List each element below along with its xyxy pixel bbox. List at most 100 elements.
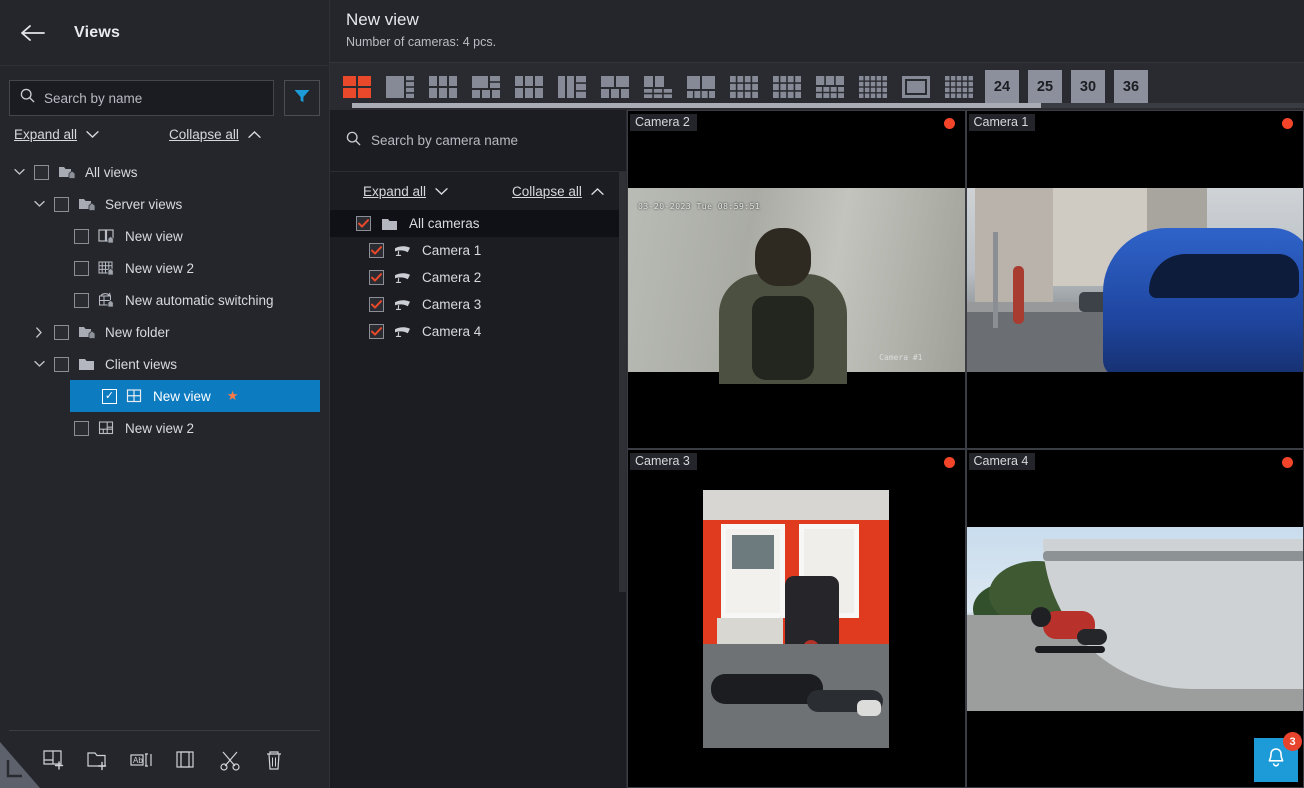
add-view-button[interactable] [37, 743, 71, 777]
search-input[interactable] [44, 90, 263, 106]
rename-button[interactable]: Ab [125, 743, 159, 777]
video-tile[interactable]: Camera 3 [627, 449, 966, 788]
camera-tree-item[interactable]: Camera 3 [330, 291, 626, 318]
camera-item-label: Camera 2 [422, 270, 482, 285]
views-item-checkbox[interactable] [74, 260, 89, 276]
layout-option-layout-2-plus-4[interactable] [598, 70, 632, 104]
views-item-label: New view [125, 228, 183, 244]
video-tile[interactable]: 03-20-2023 Tue 08:59:51 Camera #1 Camera 2 [627, 110, 966, 449]
folder-home-icon [77, 323, 97, 341]
notifications-button[interactable]: 3 [1254, 732, 1302, 782]
layout-option-layout-4x3[interactable] [727, 70, 761, 104]
camera-icon [393, 269, 413, 287]
views-tree-item[interactable]: New folder [0, 316, 329, 348]
favorite-star-icon[interactable]: ★ [227, 388, 239, 404]
chevron-down-icon [86, 127, 99, 142]
video-grid: 03-20-2023 Tue 08:59:51 Camera #1 Camera 2… [627, 110, 1304, 788]
views-tree-item[interactable]: New view 2 [0, 252, 329, 284]
collapse-all-views-link[interactable]: Collapse all [169, 127, 261, 142]
caret-right-icon[interactable] [32, 326, 46, 338]
recording-indicator-icon [1282, 118, 1293, 129]
caret-down-icon[interactable] [12, 168, 26, 176]
views-item-checkbox[interactable] [54, 356, 69, 372]
views-tree-item[interactable]: New automatic switching [0, 284, 329, 316]
copy-button[interactable] [169, 743, 203, 777]
delete-button[interactable] [257, 743, 291, 777]
layout-quad-icon [125, 387, 145, 405]
views-item-checkbox[interactable] [54, 196, 69, 212]
layout-option-layout-2-plus-6[interactable] [641, 70, 675, 104]
views-tree-item[interactable]: Client views [0, 348, 329, 380]
layout-option-layout-1-plus-4-right[interactable] [383, 70, 417, 104]
video-tile[interactable]: Camera 1 [965, 110, 1304, 449]
camera-item-label: Camera 3 [422, 297, 482, 312]
layout-option-layout-2-plus-3-right[interactable] [555, 70, 589, 104]
layout-option-layout-top2-bottom3[interactable] [469, 70, 503, 104]
camera-icon [393, 296, 413, 314]
layout-option-25[interactable]: 25 [1028, 69, 1062, 104]
expand-all-cameras-link[interactable]: Expand all [363, 184, 448, 199]
layout-scrollbar[interactable] [352, 103, 1304, 108]
video-camera-overlay: Camera #1 [879, 352, 923, 362]
back-arrow-icon[interactable] [16, 16, 50, 50]
camera-tree-item[interactable]: Camera 1 [330, 237, 626, 264]
camera-item-checkbox[interactable] [356, 216, 371, 231]
layout-option-layout-1-plus-5-bottom[interactable] [684, 70, 718, 104]
camera-item-checkbox[interactable] [369, 243, 384, 258]
views-search-box[interactable] [9, 80, 274, 116]
layout-option-layout-3x3-mixed[interactable] [770, 70, 804, 104]
views-tree-item[interactable]: Server views [0, 188, 329, 220]
camera-item-checkbox[interactable] [369, 324, 384, 339]
layout-option-layout-5x4[interactable] [856, 70, 890, 104]
caret-down-icon[interactable] [32, 360, 46, 368]
camera-search-box[interactable]: Search by camera name [330, 110, 626, 172]
layout-option-layout-4x3-b[interactable] [813, 70, 847, 104]
view-camera-count: Number of cameras: 4 pcs. [346, 35, 497, 49]
camera-tree-item[interactable]: Camera 2 [330, 264, 626, 291]
video-tile-label: Camera 2 [630, 114, 697, 131]
layout-option-layout-6-left[interactable] [426, 70, 460, 104]
camera-item-label: All cameras [409, 216, 480, 231]
layout-option-24[interactable]: 24 [985, 69, 1019, 104]
camera-search-placeholder: Search by camera name [371, 133, 519, 148]
camera-item-label: Camera 1 [422, 243, 482, 258]
layout-option-layout-5x4-b[interactable] [942, 70, 976, 104]
views-item-checkbox[interactable] [74, 420, 89, 436]
layout-picker-toolbar: 24 25 30 36 [330, 62, 1304, 110]
camera-tree: All cameras Camera 1 Camera 2 Camera 3 Camer… [330, 207, 626, 788]
camera-panel-scrollbar[interactable] [619, 172, 626, 592]
views-item-checkbox[interactable]: ✓ [102, 388, 117, 404]
layout-option-36[interactable]: 36 [1114, 69, 1148, 104]
layout-option-layout-3x2[interactable] [512, 70, 546, 104]
layout-scrollbar-thumb[interactable] [352, 103, 1041, 108]
layout-mixed-icon [97, 419, 117, 437]
expand-all-label: Expand all [14, 127, 78, 142]
cut-button[interactable] [213, 743, 247, 777]
search-icon [346, 131, 361, 151]
expand-all-views-link[interactable]: Expand all [14, 127, 99, 142]
camera-item-checkbox[interactable] [369, 297, 384, 312]
caret-down-icon[interactable] [32, 200, 46, 208]
camera-item-checkbox[interactable] [369, 270, 384, 285]
layout-option-30[interactable]: 30 [1071, 69, 1105, 104]
filter-button[interactable] [284, 80, 320, 116]
views-item-checkbox[interactable] [54, 324, 69, 340]
camera-tree-item[interactable]: Camera 4 [330, 318, 626, 345]
views-item-checkbox[interactable] [74, 292, 89, 308]
views-tree-item[interactable]: ✓ New view ★ [70, 380, 320, 412]
views-tree-item[interactable]: New view 2 [0, 412, 329, 444]
collapse-all-cameras-link[interactable]: Collapse all [512, 184, 604, 199]
views-tree-item[interactable]: All views [0, 156, 329, 188]
layout-option-layout-2x2[interactable] [340, 70, 374, 104]
views-tree-item[interactable]: New view [0, 220, 329, 252]
camera-tree-item[interactable]: All cameras [330, 210, 626, 237]
notification-badge: 3 [1283, 732, 1302, 751]
video-frame-skatepark [966, 526, 1303, 711]
add-folder-button[interactable] [81, 743, 115, 777]
layout-option-layout-center-highlight[interactable] [899, 70, 933, 104]
video-timestamp-overlay: 03-20-2023 Tue 08:59:51 [638, 201, 761, 211]
chevron-down-icon [435, 184, 448, 199]
views-item-checkbox[interactable] [74, 228, 89, 244]
video-tile-label: Camera 3 [630, 453, 697, 470]
views-item-checkbox[interactable] [34, 164, 49, 180]
